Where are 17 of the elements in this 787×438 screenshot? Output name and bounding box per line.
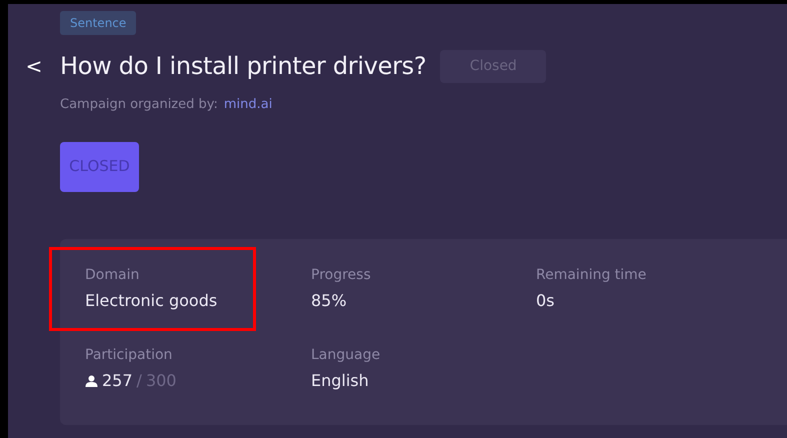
person-icon [85, 374, 98, 386]
back-button[interactable]: < [8, 51, 60, 81]
stat-label: Language [311, 346, 382, 364]
organizer-label: Campaign organized by: [60, 96, 218, 114]
participant-count: 257 [102, 370, 133, 392]
count-separator: / [136, 370, 142, 392]
stat-label: Participation [85, 346, 174, 364]
type-tag: Sentence [60, 11, 136, 35]
stat-value: 0s [536, 290, 556, 312]
stat-value: 85% [311, 290, 348, 312]
stat-label: Remaining time [536, 266, 648, 284]
stat-label: Domain [85, 266, 140, 284]
stat-label: Progress [311, 266, 372, 284]
page-title: How do I install printer drivers? [60, 51, 426, 82]
organizer-link[interactable]: mind.ai [224, 95, 272, 114]
stat-value: English [311, 370, 370, 392]
stat-value: Electronic goods [85, 290, 218, 312]
